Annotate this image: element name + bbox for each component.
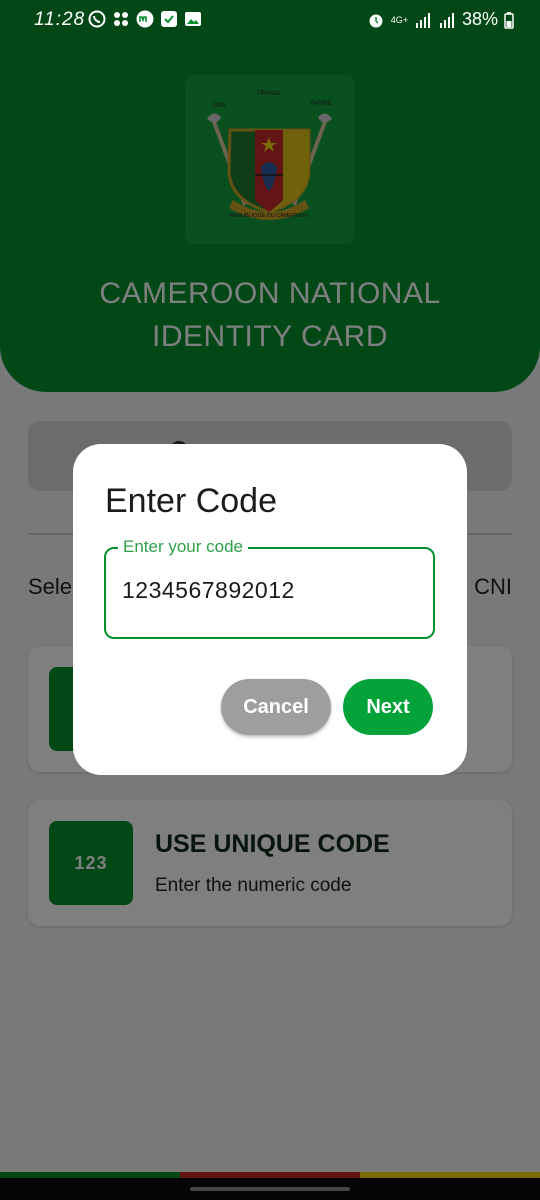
code-field[interactable]: Enter your code	[104, 537, 435, 639]
status-right: 4G+ 38%	[367, 9, 514, 30]
notification-icons	[88, 10, 202, 28]
dialog-title: Enter Code	[105, 482, 277, 520]
code-field-label: Enter your code	[118, 537, 249, 557]
enter-code-dialog: Enter Code Enter your code Cancel Next	[73, 444, 467, 775]
dots-icon	[112, 10, 130, 28]
m-app-icon	[136, 10, 154, 28]
status-bar: 11:28 4G+ 38%	[0, 0, 540, 40]
next-button[interactable]: Next	[343, 679, 433, 735]
status-time: 11:28	[34, 9, 86, 30]
network-type: 4G+	[390, 14, 408, 25]
battery-icon	[504, 11, 514, 29]
whatsapp-icon	[88, 10, 106, 28]
image-icon	[184, 10, 202, 28]
check-icon	[160, 10, 178, 28]
code-input[interactable]	[122, 577, 412, 604]
battery-level: 38%	[461, 9, 498, 29]
alarm-icon	[367, 11, 385, 29]
signal-icon-2	[438, 11, 456, 29]
cancel-button[interactable]: Cancel	[221, 679, 331, 735]
signal-icon	[414, 11, 432, 29]
